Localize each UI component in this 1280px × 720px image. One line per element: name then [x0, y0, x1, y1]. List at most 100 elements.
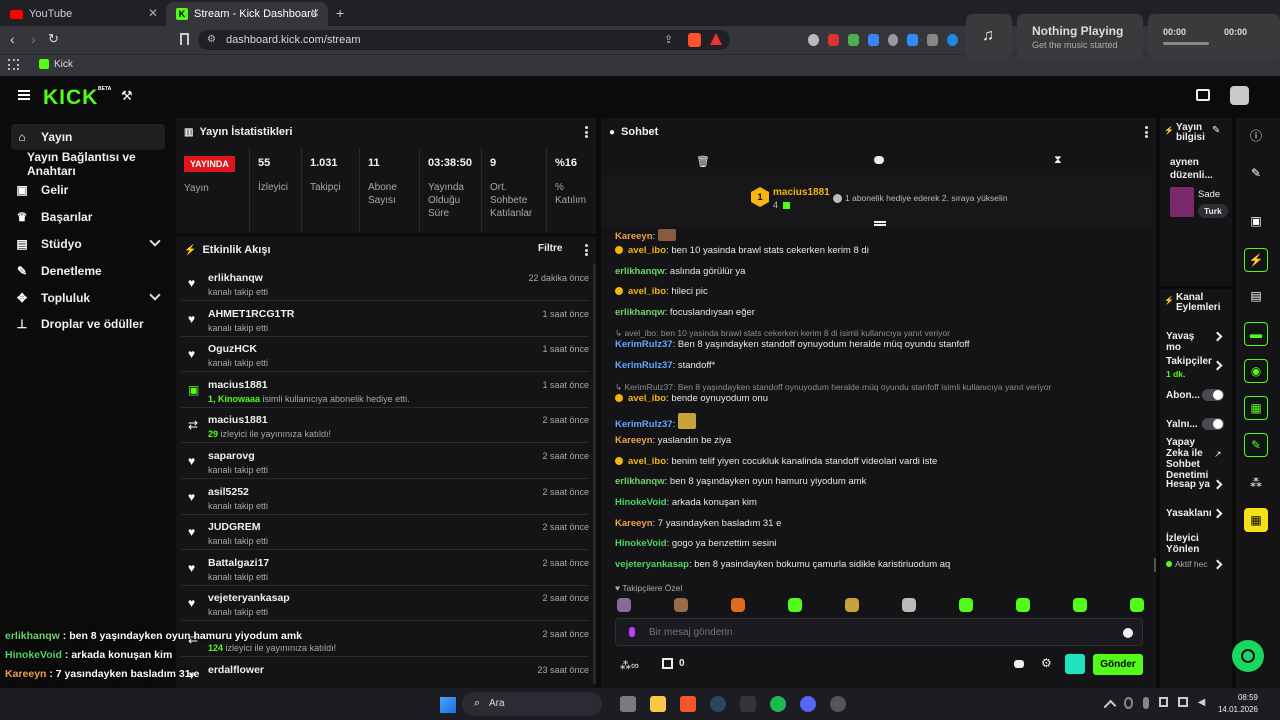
toggle-switch[interactable] — [1202, 418, 1224, 430]
pencil-icon[interactable]: ✎ — [1244, 161, 1268, 185]
sidebar-item-yayin[interactable]: ⌂ Yayın — [11, 124, 165, 150]
extension-icon[interactable] — [808, 34, 819, 46]
external-link-icon[interactable]: ↗ — [1214, 449, 1222, 460]
pinned-username[interactable]: macius1881 — [773, 187, 830, 198]
filter-button[interactable]: Filtre — [538, 243, 562, 254]
share-icon[interactable]: ⇪ — [664, 30, 673, 50]
event-username[interactable]: macius1881 — [208, 379, 268, 391]
tray-mic-icon[interactable] — [1143, 697, 1149, 709]
sidebar-item-gelir[interactable]: ▣ Gelir — [11, 177, 165, 203]
brave-icon[interactable] — [680, 696, 696, 712]
bolt-action-icon[interactable]: ⚡ — [1244, 248, 1268, 272]
support-chat-button[interactable] — [1232, 640, 1264, 672]
reply-context[interactable]: ↳ KerimRulz37: Ben 8 yaşındayken standof… — [615, 382, 1051, 393]
emote-button[interactable] — [674, 598, 688, 612]
obs-icon[interactable] — [830, 696, 846, 712]
chat-username[interactable]: avel_ibo — [628, 456, 666, 467]
back-icon[interactable]: ‹ — [10, 31, 15, 47]
chat-username[interactable]: HinokeVoid — [615, 538, 667, 549]
emote-button[interactable] — [902, 598, 916, 612]
spotify-icon[interactable] — [770, 696, 786, 712]
tray-icon[interactable] — [1123, 697, 1134, 709]
extension-icon[interactable] — [947, 34, 958, 46]
wrench-action-icon[interactable]: ✎ — [1244, 433, 1268, 457]
more-options-icon[interactable] — [1145, 126, 1148, 138]
drops-action-icon[interactable]: ⁂ — [1244, 471, 1268, 495]
tray-display-icon[interactable] — [1158, 697, 1169, 707]
activity-event[interactable]: ♥ AHMET1RCG1TR kanalı takip etti 1 saat önc… — [181, 302, 589, 337]
hourglass-icon[interactable]: ⧗ — [1054, 154, 1062, 167]
chat-message-input[interactable] — [649, 624, 1099, 640]
channel-action-item[interactable]: Yapay Zeka ile Sohbet Denetimi — [1166, 437, 1208, 481]
discord-icon[interactable] — [800, 696, 816, 712]
event-username[interactable]: asil5252 — [208, 486, 249, 498]
chat-username[interactable]: Kareeyn — [615, 231, 653, 242]
chat-username[interactable]: KerimRulz37 — [615, 339, 673, 350]
chat-username[interactable]: erlikhanqw — [615, 307, 665, 318]
event-username[interactable]: vejeteryankasap — [208, 592, 290, 604]
extension-icon[interactable] — [887, 34, 899, 46]
chat-username[interactable]: vejeteryankasap — [615, 559, 689, 570]
event-username[interactable]: Battalgazi17 — [208, 557, 269, 569]
collapse-handle-icon[interactable] — [874, 221, 886, 223]
video-icon[interactable]: ▦ — [1244, 396, 1268, 420]
send-button[interactable]: Gönder — [1093, 654, 1143, 675]
reload-icon[interactable]: ↻ — [48, 31, 59, 47]
extension-icon[interactable] — [867, 34, 879, 46]
extension-icon[interactable] — [907, 34, 919, 46]
mic-icon[interactable] — [629, 627, 635, 637]
brave-shield-icon[interactable] — [688, 33, 701, 47]
forward-icon[interactable]: › — [31, 31, 36, 47]
channel-action-item[interactable]: Takipçiler 1 dk. — [1166, 356, 1212, 380]
more-options-icon[interactable] — [585, 244, 588, 256]
chat-username[interactable]: avel_ibo — [628, 286, 666, 297]
trash-icon[interactable]: 🗑 — [696, 155, 710, 168]
activity-event[interactable]: ♥ saparovg kanalı takip etti 2 saat önce — [181, 444, 589, 479]
sidebar-item-basarilar[interactable]: ♛ Başarılar — [11, 204, 165, 230]
event-username[interactable]: JUDGREM — [208, 521, 261, 533]
activity-event[interactable]: ♥ JUDGREM kanalı takip etti 2 saat önce — [181, 515, 589, 551]
sidebar-item-stream-key[interactable]: Yayın Bağlantısı ve Anahtarı — [27, 150, 181, 178]
extension-icon[interactable] — [827, 34, 839, 46]
reply-context[interactable]: ↳ avel_ibo: ben 10 yasinda brawl stats c… — [615, 328, 950, 339]
bookmark-icon[interactable] — [180, 33, 189, 45]
activity-event[interactable]: ⇄ macius1881 29 izleyici ile yayınınıza ka… — [181, 408, 589, 444]
broadcast-icon[interactable]: ◉ — [1244, 359, 1268, 383]
tab-youtube[interactable]: YouTube ✕ — [0, 2, 166, 26]
activity-event[interactable]: ▣ macius1881 1, Kinowaaa isimli kullanıcıy… — [181, 373, 589, 408]
event-username[interactable]: erlikhanqw — [208, 272, 263, 284]
chat-username[interactable]: Kareeyn — [615, 435, 653, 446]
steam-icon[interactable] — [710, 696, 726, 712]
event-username[interactable]: OguzHCK — [208, 343, 257, 355]
event-username[interactable]: AHMET1RCG1TR — [208, 308, 294, 320]
tray-network-icon[interactable] — [1178, 697, 1188, 707]
more-options-icon[interactable] — [585, 126, 588, 138]
extension-icon[interactable] — [927, 34, 939, 46]
clock-time[interactable]: 08:59 — [1222, 693, 1258, 702]
chat-username[interactable]: HinokeVoid — [615, 497, 667, 508]
clock-date[interactable]: 14.01.2026 — [1206, 705, 1258, 714]
chat-username[interactable]: KerimRulz37 — [615, 419, 673, 430]
chat-username[interactable]: erlikhanqw — [615, 476, 665, 487]
emote-button[interactable] — [617, 598, 631, 612]
emote-button[interactable] — [1073, 598, 1087, 612]
emote-button[interactable] — [788, 598, 802, 612]
site-settings-icon[interactable]: ⚙ — [207, 30, 216, 50]
event-username[interactable]: saparovg — [208, 450, 255, 462]
windows-start-icon[interactable] — [440, 697, 456, 713]
taskbar-search[interactable]: ⌕ Ara — [462, 692, 602, 716]
channel-action-item[interactable]: Yavaş mo — [1166, 331, 1210, 353]
sidebar-item-droplar[interactable]: ⊥ Droplar ve ödüller — [11, 311, 165, 337]
emote-button[interactable] — [959, 598, 973, 612]
apps-icon[interactable] — [8, 59, 19, 70]
emote-button[interactable] — [1130, 598, 1144, 612]
activity-event[interactable]: ♥ vejeteryankasap kanalı takip etti 2 saat … — [181, 586, 589, 622]
channel-action-item[interactable]: Hesap ya — [1166, 479, 1210, 490]
chest-icon[interactable] — [662, 658, 673, 669]
event-username[interactable]: macius1881 — [208, 414, 268, 426]
clapper-icon[interactable]: ▦ — [1244, 508, 1268, 532]
bookmark-kick[interactable]: Kick — [54, 59, 73, 70]
activity-event[interactable]: ♥ erlikhanqw kanalı takip etti 22 dakika ön… — [181, 266, 589, 301]
emote-button[interactable] — [731, 598, 745, 612]
epic-icon[interactable] — [740, 696, 756, 712]
